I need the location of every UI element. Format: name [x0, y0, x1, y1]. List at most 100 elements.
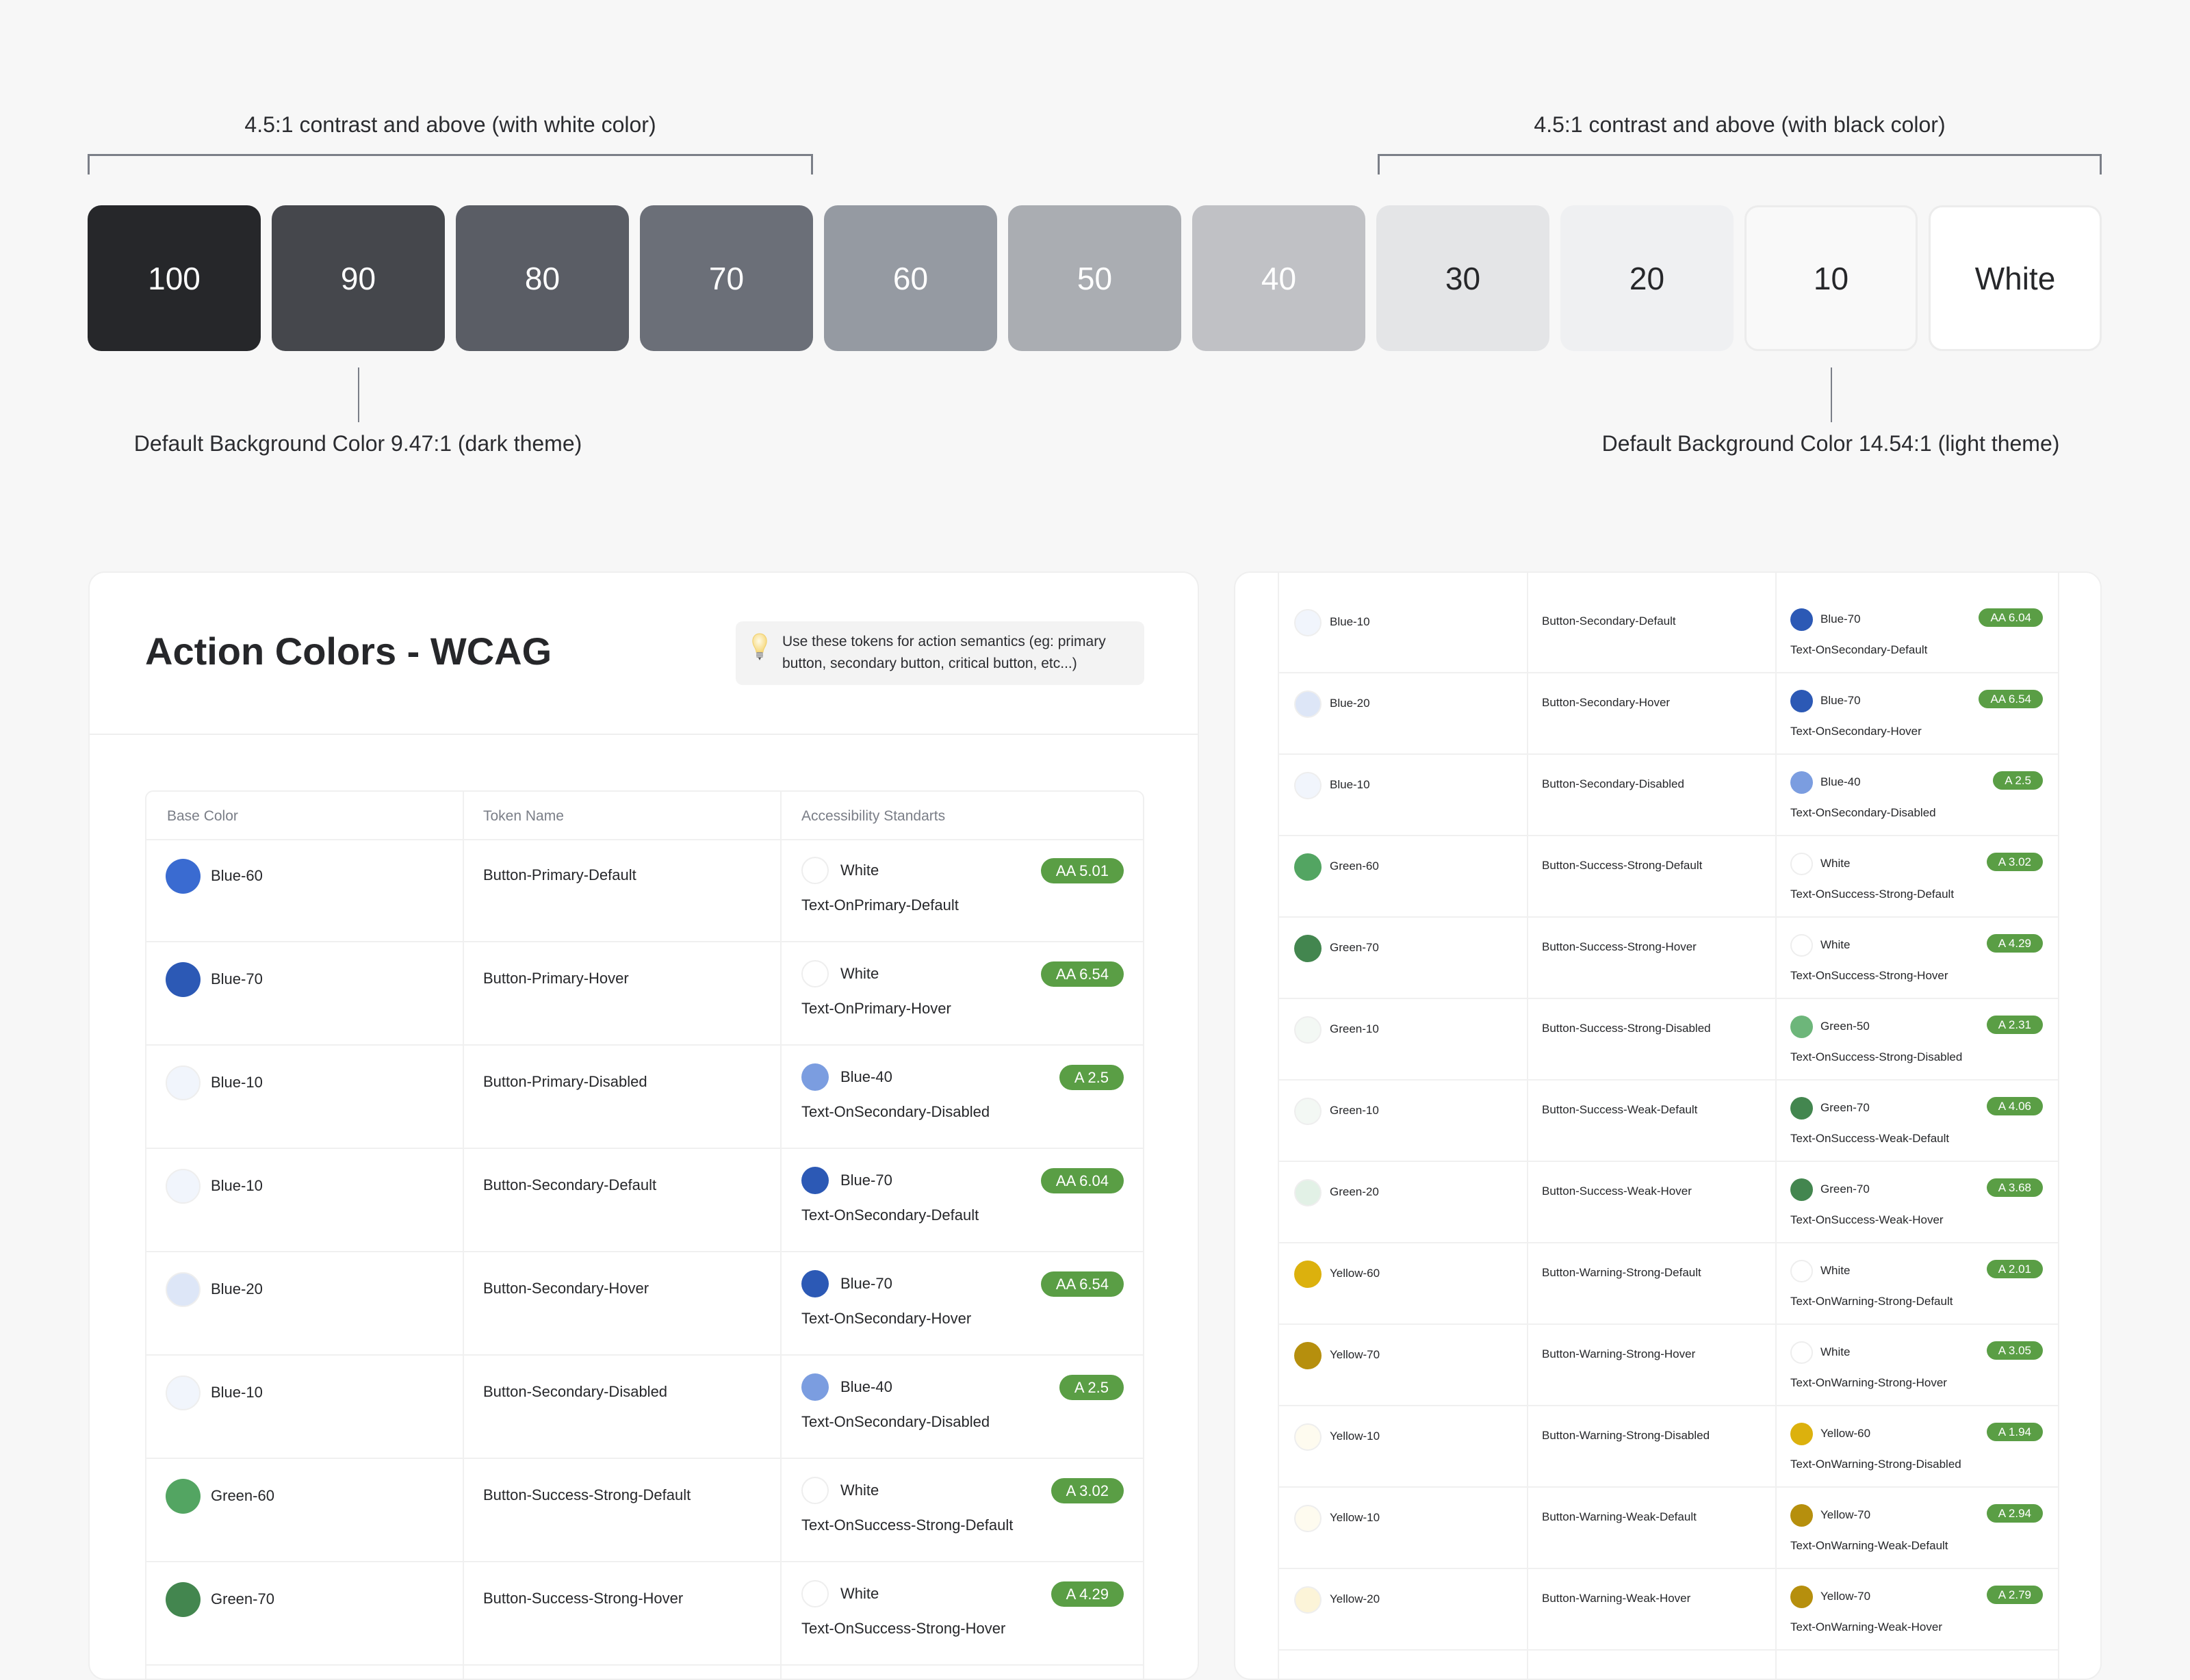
table-row[interactable]: Yellow-10 Button-Warning-Strong-Disabled Y… — [1279, 1406, 2058, 1488]
text-token-name: Text-OnWarning-Weak-Hover — [1790, 1620, 1943, 1633]
table-row[interactable]: Yellow-20 Button-Warning-Weak-Hover Yellow… — [1279, 1569, 2058, 1651]
table-row[interactable]: Yellow-10 Button-Warning-Weak-Default Yell… — [1279, 1488, 2058, 1569]
text-color-swatch — [1790, 690, 1813, 712]
text-color-swatch — [801, 1167, 829, 1194]
text-color-label: White — [1820, 1264, 1851, 1277]
table-row[interactable]: Green-60 Button-Success-Strong-Default Whi… — [146, 1459, 1143, 1562]
base-color-swatch — [166, 1169, 201, 1204]
text-color-label: White — [840, 1482, 879, 1499]
base-color-swatch — [166, 1375, 201, 1410]
table-row[interactable]: Blue-10 Button-Secondary-Disabled Blue-40 T… — [146, 1356, 1143, 1459]
text-token-name: Text-OnSuccess-Weak-Default — [1790, 1132, 1950, 1145]
base-color-swatch — [166, 962, 201, 997]
text-color-label: Blue-70 — [840, 1275, 892, 1292]
table-row[interactable]: Green-60 Button-Success-Strong-Default Whi… — [1279, 836, 2058, 918]
text-token-name: Text-OnSuccess-Strong-Disabled — [1790, 1050, 1963, 1063]
swatch-60[interactable]: 60 — [824, 205, 997, 351]
token-name: Button-Warning-Strong-Default — [1542, 1266, 1701, 1279]
text-color-label: Yellow-60 — [1820, 1427, 1871, 1440]
base-color-label: Blue-10 — [1330, 778, 1370, 791]
text-token-name: Text-OnSecondary-Default — [1790, 643, 1928, 656]
swatch-30[interactable]: 30 — [1376, 205, 1549, 351]
text-color-label: White — [840, 1585, 879, 1602]
column-header-token-name: Token Name — [483, 808, 564, 824]
tokens-table: Base Color Token Name Accessibility Stan… — [145, 790, 1144, 1679]
table-row[interactable]: Blue-60 Button-Primary-Default White Text-O… — [146, 839, 1143, 942]
text-token-name: Text-OnPrimary-Hover — [801, 1000, 951, 1017]
text-color-swatch — [1790, 1097, 1813, 1120]
base-color-swatch — [1294, 935, 1322, 962]
swatch-90[interactable]: 90 — [272, 205, 445, 351]
contrast-badge: AA 6.04 — [1040, 1168, 1124, 1193]
contrast-badge: A 3.05 — [1986, 1341, 2043, 1360]
swatch-label: 100 — [148, 260, 201, 296]
table-row[interactable]: Yellow-70 Button-Warning-Strong-Hover Whit… — [1279, 1325, 2058, 1406]
table-row[interactable]: Green-70 Button-Success-Strong-Hover White… — [146, 1562, 1143, 1666]
text-token-name: Text-OnWarning-Strong-Disabled — [1790, 1458, 1961, 1471]
swatch-50[interactable]: 50 — [1008, 205, 1181, 351]
text-color-swatch — [801, 1270, 829, 1297]
token-name: Button-Secondary-Disabled — [1542, 777, 1684, 790]
token-name: Button-Success-Weak-Default — [1542, 1103, 1698, 1116]
swatch-label: 60 — [892, 260, 929, 296]
token-name: Button-Secondary-Default — [1542, 615, 1676, 628]
text-color-swatch — [801, 960, 829, 987]
table-row[interactable]: Blue-10 Button-Secondary-Disabled Blue-40 T… — [1279, 755, 2058, 836]
token-name: Button-Warning-Strong-Hover — [1542, 1347, 1696, 1360]
token-name: Button-Success-Weak-Hover — [1542, 1185, 1692, 1198]
base-color-swatch — [1294, 853, 1322, 881]
swatch-100[interactable]: 100 — [88, 205, 261, 351]
swatch-80[interactable]: 80 — [456, 205, 629, 351]
swatch-white[interactable]: White — [1929, 205, 2102, 351]
text-color-label: Green-70 — [1820, 1183, 1870, 1196]
header-divider — [90, 734, 1198, 735]
text-token-name: Text-OnPrimary-Default — [801, 896, 959, 914]
base-color-swatch — [1294, 772, 1322, 799]
token-name: Button-Warning-Weak-Hover — [1542, 1592, 1691, 1605]
tip-text: Use these tokens for action semantics (e… — [782, 634, 1106, 671]
text-token-name: Text-OnSuccess-Strong-Hover — [801, 1620, 1006, 1637]
swatch-70[interactable]: 70 — [640, 205, 813, 351]
contrast-badge: A 2.31 — [1986, 1016, 2043, 1034]
table-row[interactable]: Green-10 Button-Success-Strong-Disabled Gr… — [1279, 999, 2058, 1081]
text-token-name: Text-OnWarning-Weak-Default — [1790, 1539, 1948, 1552]
table-row[interactable]: Blue-20 Button-Secondary-Hover Blue-70 Text… — [146, 1252, 1143, 1356]
base-color-swatch — [166, 1272, 201, 1307]
text-token-name: Text-OnSuccess-Strong-Default — [1790, 888, 1955, 901]
base-color-label: Blue-20 — [211, 1280, 263, 1297]
contrast-badge: A 4.06 — [1986, 1097, 2043, 1115]
contrast-badge: A 2.5 — [1059, 1375, 1124, 1400]
dark-theme-note: Default Background Color 9.47:1 (dark th… — [133, 431, 582, 456]
table-row[interactable]: Blue-10 Button-Secondary-Default Blue-70 Te… — [1279, 592, 2058, 673]
table-row[interactable]: Green-10 Button-Success-Weak-Default Green… — [1279, 1081, 2058, 1162]
table-row[interactable]: Blue-20 Button-Secondary-Hover Blue-70 Text… — [1279, 673, 2058, 755]
contrast-badge: A 4.29 — [1986, 934, 2043, 953]
base-color-label: Blue-10 — [211, 1177, 263, 1194]
swatch-row: 100 90 80 70 60 50 40 30 20 10 White — [88, 205, 2102, 351]
table-row[interactable]: Blue-10 Button-Primary-Disabled Blue-40 Tex… — [146, 1046, 1143, 1149]
table-row[interactable]: Yellow-60 Button-Warning-Strong-Default Wh… — [1279, 1243, 2058, 1325]
swatch-label: White — [1974, 260, 2056, 296]
contrast-badge: A 4.29 — [1051, 1581, 1124, 1607]
table-row[interactable]: Green-70 Button-Success-Strong-Hover White… — [1279, 918, 2058, 999]
token-name: Button-Primary-Disabled — [483, 1073, 647, 1090]
table-row[interactable]: Blue-10 Button-Secondary-Default Blue-70 Te… — [146, 1149, 1143, 1252]
text-color-label: White — [840, 965, 879, 982]
swatch-40[interactable]: 40 — [1192, 205, 1365, 351]
table-header-row — [146, 792, 1143, 840]
swatch-label: 80 — [524, 260, 561, 296]
table-row[interactable]: Green-20 Button-Success-Weak-Hover Green-7… — [1279, 1162, 2058, 1243]
contrast-badge: AA 6.54 — [1040, 1271, 1124, 1297]
base-color-swatch — [166, 859, 201, 894]
table-row[interactable]: Blue-70 Button-Primary-Hover White Text-OnP… — [146, 942, 1143, 1046]
base-color-label: Blue-70 — [211, 970, 263, 987]
base-color-label: Blue-20 — [1330, 697, 1370, 710]
text-color-swatch — [1790, 1341, 1813, 1364]
contrast-badge: AA 5.01 — [1040, 858, 1124, 883]
white-contrast-bracket — [88, 154, 813, 175]
text-token-name: Text-OnSuccess-Strong-Default — [801, 1516, 1014, 1534]
swatch-10[interactable]: 10 — [1744, 205, 1918, 351]
contrast-badge: A 2.5 — [1993, 771, 2043, 790]
base-color-swatch — [1294, 690, 1322, 718]
swatch-20[interactable]: 20 — [1560, 205, 1734, 351]
